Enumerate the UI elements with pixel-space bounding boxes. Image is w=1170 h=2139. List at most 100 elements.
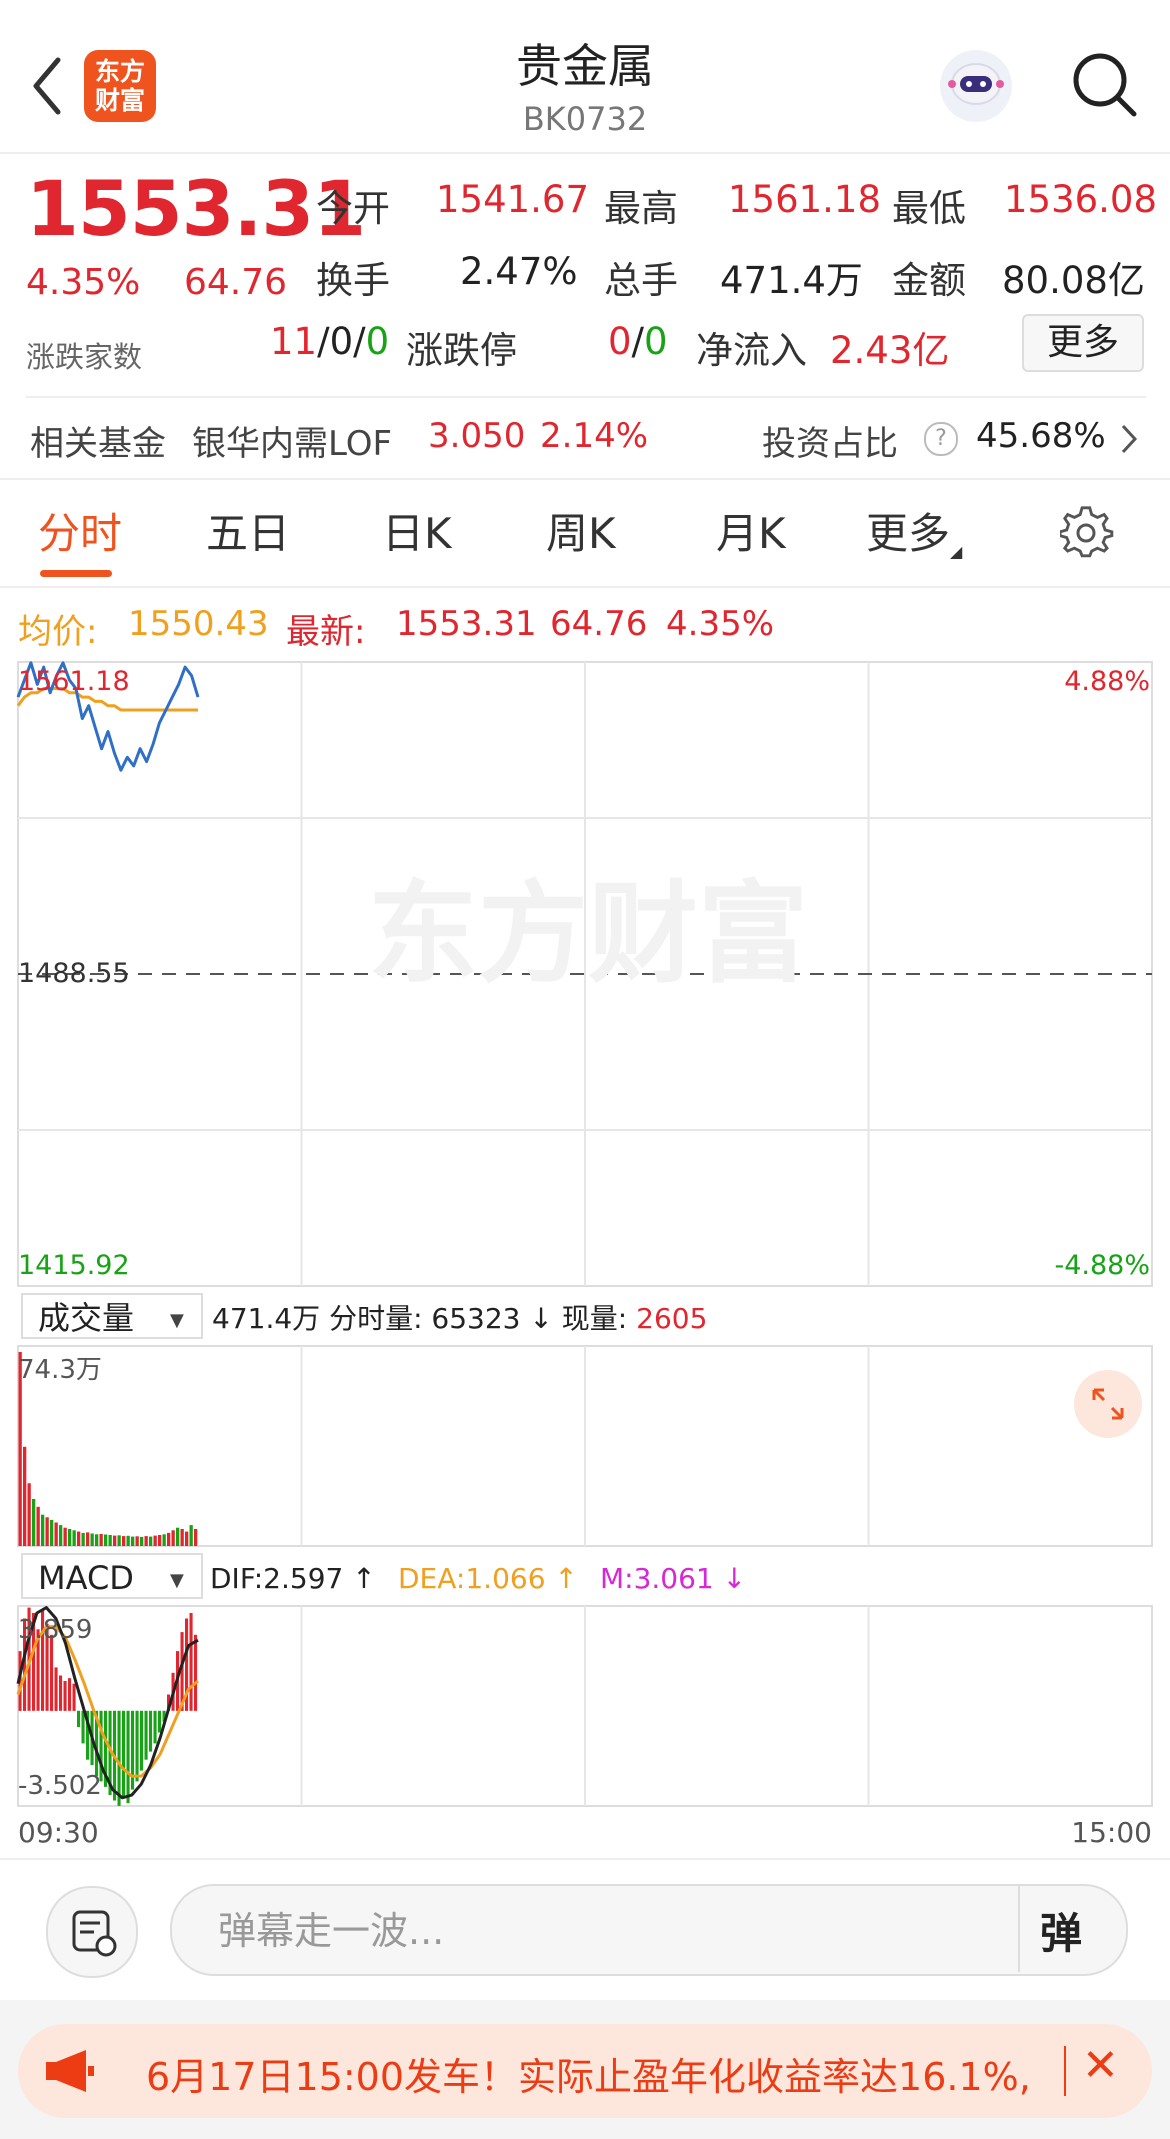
promo-text: 6月17日15:00发车！实际止盈年化收益率达16.1%,: [146, 2055, 1031, 2099]
megaphone-icon: [46, 2050, 94, 2092]
expand-icon[interactable]: [1074, 1370, 1142, 1438]
volume-bar: [32, 1499, 36, 1546]
volume-bar: [54, 1522, 58, 1546]
volume-bar: [144, 1536, 148, 1546]
tab-daily-k[interactable]: 日K: [382, 500, 452, 561]
watermark: 东方财富: [368, 870, 808, 998]
volume-bar: [36, 1506, 40, 1546]
fund-name[interactable]: 银华内需LOF: [192, 416, 392, 465]
minute-vol-label: 分时量:: [329, 1302, 422, 1335]
volume-bar: [59, 1525, 63, 1546]
current-price: 1553.31: [26, 164, 366, 253]
volume-max-label: 74.3万: [18, 1355, 102, 1385]
time-start-label: 09:30: [18, 1816, 99, 1849]
volume-bar: [81, 1532, 85, 1546]
assistant-robot-icon[interactable]: [940, 50, 1012, 122]
volume-selector-label: 成交量: [38, 1299, 134, 1337]
inflow-label: 净流入: [696, 329, 807, 372]
fund-label: 相关基金: [30, 424, 166, 464]
fund-price: 3.050: [428, 416, 526, 456]
tab-weekly-k[interactable]: 周K: [546, 500, 616, 561]
volume-bar: [158, 1535, 162, 1546]
now-vol-value: 2605: [636, 1302, 707, 1335]
volume-bar: [171, 1530, 175, 1546]
help-icon[interactable]: ?: [924, 422, 958, 456]
ratio-label: 投资占比: [762, 424, 898, 464]
y-mid-label: 1488.55: [18, 958, 130, 989]
volume-bar: [135, 1536, 139, 1546]
settings-gear-icon[interactable]: [1060, 506, 1114, 560]
breadth-sep-1: /: [317, 320, 330, 363]
volume-label: 总手: [604, 259, 678, 302]
promo-divider: [1064, 2046, 1066, 2096]
volume-bar: [176, 1527, 180, 1546]
macd-selector-label: MACD: [38, 1559, 134, 1597]
macd-histogram-bar: [54, 1667, 58, 1711]
macd-histogram-bar: [81, 1710, 85, 1744]
macd-histogram-bar: [50, 1634, 54, 1711]
volume-bar: [162, 1534, 166, 1546]
volume-bar: [27, 1483, 31, 1546]
macd-histogram-bar: [59, 1675, 63, 1711]
comment-list-icon: [72, 1910, 117, 1957]
macd-histogram-bar: [68, 1678, 72, 1711]
divider: [26, 396, 1146, 398]
open-value: 1541.67: [436, 178, 590, 221]
low-value: 1536.08: [1004, 178, 1158, 221]
minute-vol-arrow: ↓: [529, 1302, 552, 1335]
limit-sep: /: [631, 320, 645, 363]
tabs-divider: [0, 586, 1170, 588]
macd-histogram-bar: [126, 1710, 130, 1804]
volume-bar: [50, 1519, 54, 1546]
tab-intraday[interactable]: 分时: [38, 500, 122, 561]
macd-histogram-bar: [149, 1710, 153, 1752]
chart-area: 东方财富 1561.18 4.88% 1488.55 1415.92 -4.88…: [16, 661, 1153, 1849]
macd-histogram-bar: [158, 1710, 162, 1733]
limit-down: 0: [644, 320, 668, 363]
volume-bar: [126, 1535, 130, 1546]
macd-histogram-bar: [135, 1710, 139, 1782]
volume-bar: [68, 1529, 72, 1546]
volume-bar: [104, 1534, 108, 1546]
volume-bar: [108, 1535, 112, 1546]
close-icon[interactable]: ✕: [1082, 2040, 1119, 2091]
breadth-up: 11: [270, 320, 318, 363]
now-vol-label: 现量:: [562, 1302, 627, 1335]
dif-label: DIF:2.597 ↑: [210, 1562, 376, 1595]
macd-histogram-bar: [72, 1683, 76, 1711]
tab-more[interactable]: 更多◢: [866, 500, 962, 561]
turnover-value: 2.47%: [460, 250, 578, 293]
dea-label: DEA:1.066 ↑: [398, 1562, 578, 1595]
search-icon[interactable]: [1070, 50, 1140, 120]
volume-bar: [153, 1535, 157, 1546]
macd-histogram-bar: [63, 1681, 67, 1711]
volume-bar: [90, 1533, 94, 1546]
amount-label: 金额: [892, 259, 966, 302]
volume-stats: 471.4万 分时量: 65323 ↓ 现量: 2605: [212, 1302, 707, 1335]
comment-list-button[interactable]: [46, 1886, 138, 1978]
more-stats-button[interactable]: 更多: [1022, 314, 1144, 372]
volume-bar: [63, 1527, 67, 1546]
limit-values: 0/0: [608, 320, 668, 363]
inflow-value: 2.43亿: [830, 329, 950, 372]
breadth-values: 11/0/0: [270, 320, 389, 363]
volume-bar: [99, 1534, 103, 1546]
tab-five-day[interactable]: 五日: [206, 500, 290, 561]
volume-bar: [117, 1535, 121, 1546]
ratio-value: 45.68%: [976, 416, 1106, 456]
volume-bar: [180, 1529, 184, 1546]
minute-vol-value: 65323: [431, 1302, 520, 1335]
macd-histogram-bar: [194, 1634, 198, 1711]
volume-bar: [23, 1446, 27, 1546]
danmu-toggle-button[interactable]: 弹: [1040, 1900, 1082, 1961]
macd-histogram-bar: [77, 1710, 81, 1728]
macd-histogram-bar: [144, 1710, 148, 1760]
macd-histogram-bar: [189, 1613, 193, 1711]
tab-monthly-k[interactable]: 月K: [716, 500, 786, 561]
change-percent: 4.35%: [26, 262, 141, 303]
volume-bar: [113, 1535, 117, 1546]
y-top-label: 1561.18: [18, 666, 130, 697]
chevron-right-icon[interactable]: [1118, 422, 1140, 456]
volume-bar: [77, 1531, 81, 1546]
macd-histogram-bar: [122, 1710, 126, 1798]
